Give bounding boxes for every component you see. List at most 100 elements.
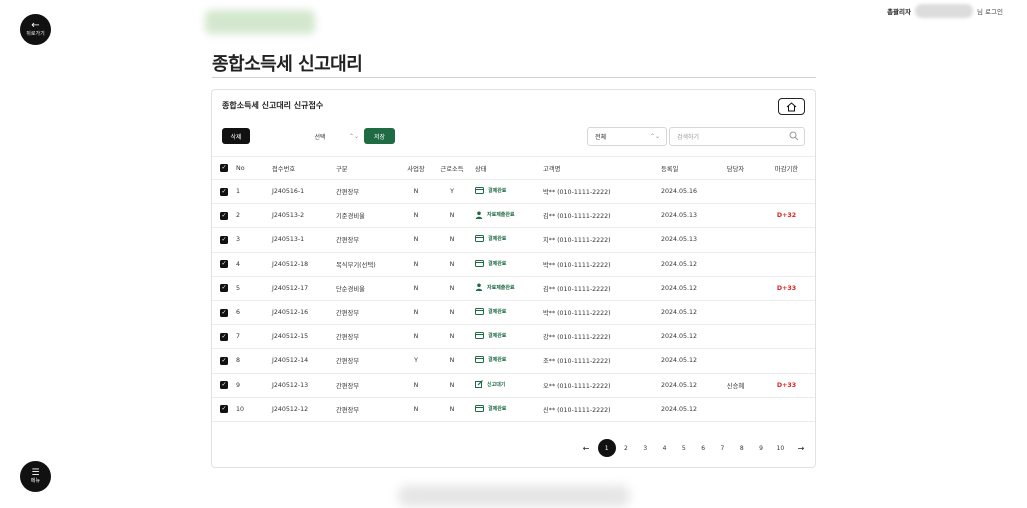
business-flag: Y bbox=[414, 357, 418, 365]
row-checkbox[interactable]: ✓ bbox=[220, 235, 228, 244]
manager-name bbox=[713, 349, 758, 373]
customer-name: 조** (010-1111-2222) bbox=[543, 358, 611, 366]
page-button-1[interactable]: 1 bbox=[597, 439, 616, 457]
card-icon bbox=[475, 235, 484, 243]
customer-name: 오** (010-1111-2222) bbox=[543, 382, 611, 390]
customer-name: 박** (010-1111-2222) bbox=[543, 261, 611, 269]
next-page-button[interactable]: → bbox=[790, 439, 812, 457]
status-label: 자료제출완료 bbox=[487, 212, 515, 219]
page-number: 4 bbox=[662, 444, 667, 452]
column-header: 고객명 bbox=[543, 165, 561, 173]
column-header: No bbox=[236, 164, 245, 172]
registered-date: 2024.05.12 bbox=[661, 381, 698, 389]
labor-income-flag: Y bbox=[450, 188, 454, 196]
person-icon bbox=[475, 283, 483, 292]
status-label: 결제완료 bbox=[488, 405, 507, 412]
table-row[interactable]: ✓ 7 J240512-15 간편장부 N N 결제완료 강** (010-1111-2222… bbox=[212, 325, 815, 349]
table-row[interactable]: ✓ 10 J240512-12 간편장부 N N 결제완료 신** (010-1111-222… bbox=[212, 397, 815, 422]
row-checkbox[interactable]: ✓ bbox=[220, 211, 228, 220]
status-badge: 결제완료 bbox=[475, 187, 506, 195]
status-badge: 결제완료 bbox=[475, 356, 507, 364]
page-button-4[interactable]: 4 bbox=[655, 439, 674, 457]
page-button-10[interactable]: 10 bbox=[771, 439, 790, 457]
status-label: 결제완료 bbox=[488, 357, 507, 364]
row-checkbox[interactable]: ✓ bbox=[220, 260, 228, 269]
row-checkbox[interactable]: ✓ bbox=[220, 332, 228, 341]
labor-income-flag: N bbox=[449, 381, 455, 389]
table-row[interactable]: ✓ 3 J240513-1 간편장부 N N 결제완료 지** (010-1111-2222)… bbox=[212, 228, 815, 253]
person-icon bbox=[475, 211, 483, 219]
table-row[interactable]: ✓ 9 J240512-13 간편장부 N N 신고대기 오** (010-1111-2222… bbox=[212, 373, 815, 398]
due-deadline bbox=[758, 180, 815, 204]
table-row[interactable]: ✓ 1 J240516-1 간편장부 N Y 결제완료 박** (010-1111-2222)… bbox=[212, 180, 815, 204]
column-header: 상태 bbox=[475, 165, 487, 173]
filing-type: 간편장부 bbox=[336, 310, 360, 318]
receipt-number: J240513-2 bbox=[272, 212, 305, 220]
column-header: 마감기한 bbox=[774, 165, 799, 173]
page-button-3[interactable]: 3 bbox=[636, 439, 655, 457]
status-label: 결제완료 bbox=[488, 236, 507, 243]
row-checkbox[interactable]: ✓ bbox=[220, 308, 228, 317]
select-chevron-icon: ⌃⌄ bbox=[649, 133, 660, 140]
title-divider bbox=[212, 77, 816, 78]
user-role: 총괄리자 bbox=[887, 8, 911, 16]
row-checkbox[interactable]: ✓ bbox=[220, 356, 228, 365]
row-number: 1 bbox=[236, 188, 241, 196]
registered-date: 2024.05.13 bbox=[661, 212, 698, 220]
hamburger-icon: ☰ bbox=[31, 467, 40, 478]
due-deadline bbox=[758, 349, 815, 373]
action-select[interactable]: 선택 ⌃⌄ bbox=[274, 127, 366, 145]
page-button-5[interactable]: 5 bbox=[674, 439, 693, 457]
prev-page-button[interactable]: ← bbox=[575, 439, 597, 457]
due-deadline bbox=[758, 300, 815, 324]
column-header: 담당자 bbox=[726, 165, 745, 173]
table-row[interactable]: ✓ 6 J240512-16 간편장부 N N 결제완료 박** (010-1111-2222… bbox=[212, 300, 815, 325]
status-badge: 자료제출완료 bbox=[475, 283, 515, 292]
row-checkbox[interactable]: ✓ bbox=[220, 284, 228, 293]
select-all-checkbox[interactable]: ✓ bbox=[220, 164, 228, 172]
business-flag: N bbox=[413, 381, 419, 389]
status-badge: 자료제출완료 bbox=[475, 211, 515, 219]
intake-card: 종합소득세 신고대리 신규접수 삭제 선택 ⌃⌄ 저장 전체 ⌃⌄ 검색하기 ✓… bbox=[211, 89, 816, 468]
page-button-7[interactable]: 7 bbox=[713, 439, 732, 457]
customer-name: 지** (010-1111-2222) bbox=[543, 237, 611, 245]
business-flag: N bbox=[413, 309, 419, 317]
row-checkbox[interactable]: ✓ bbox=[220, 187, 228, 196]
business-flag: N bbox=[413, 284, 419, 292]
card-icon bbox=[475, 404, 484, 412]
column-header: 사업장 bbox=[407, 165, 425, 173]
customer-name: 신** (010-1111-2222) bbox=[543, 406, 611, 414]
table-row[interactable]: ✓ 4 J240512-18 복식부기(선택) N N 결제완료 박** (010-1111-… bbox=[212, 252, 815, 277]
table-row[interactable]: ✓ 2 J240513-2 기준경비율 N N 자료제출완료 김** (010-1111-22… bbox=[212, 204, 815, 228]
table-row[interactable]: ✓ 8 J240512-14 간편장부 Y N 결제완료 조** (010-1111-2222… bbox=[212, 349, 815, 373]
filing-type: 복식부기(선택) bbox=[336, 261, 376, 269]
card-title: 종합소득세 신고대리 신규접수 bbox=[222, 101, 324, 110]
status-badge: 결제완료 bbox=[475, 308, 506, 316]
page-button-6[interactable]: 6 bbox=[693, 439, 712, 457]
page-button-9[interactable]: 9 bbox=[751, 439, 770, 457]
row-number: 10 bbox=[236, 405, 245, 413]
menu-button-label: 메뉴 bbox=[30, 477, 41, 484]
page-button-2[interactable]: 2 bbox=[616, 439, 635, 457]
back-button[interactable]: ← 뒤로가기 bbox=[20, 14, 51, 45]
status-badge: 신고대기 bbox=[475, 380, 505, 389]
business-flag: N bbox=[413, 212, 419, 220]
filing-type: 간편장부 bbox=[336, 406, 360, 414]
due-deadline: D+32 bbox=[776, 212, 797, 220]
page-button-8[interactable]: 8 bbox=[732, 439, 751, 457]
save-button[interactable]: 저장 bbox=[364, 128, 395, 144]
user-info: 총괄리자 님 로그인 bbox=[887, 4, 1003, 18]
card-icon bbox=[475, 356, 484, 364]
registered-date: 2024.05.12 bbox=[661, 405, 698, 413]
receipt-number: J240512-14 bbox=[272, 357, 309, 365]
filing-type: 기준경비율 bbox=[336, 213, 365, 221]
search-input[interactable]: 검색하기 bbox=[669, 127, 805, 146]
action-select-value: 선택 bbox=[314, 133, 326, 141]
menu-button[interactable]: ☰ 메뉴 bbox=[20, 461, 51, 492]
home-button[interactable] bbox=[778, 98, 805, 115]
status-filter-select[interactable]: 전체 ⌃⌄ bbox=[587, 127, 667, 146]
table-row[interactable]: ✓ 5 J240512-17 단순경비율 N N 자료제출완료 김** (010-1111-2… bbox=[212, 276, 815, 301]
row-checkbox[interactable]: ✓ bbox=[220, 405, 228, 414]
delete-button[interactable]: 삭제 bbox=[222, 128, 250, 144]
row-checkbox[interactable]: ✓ bbox=[220, 381, 228, 390]
